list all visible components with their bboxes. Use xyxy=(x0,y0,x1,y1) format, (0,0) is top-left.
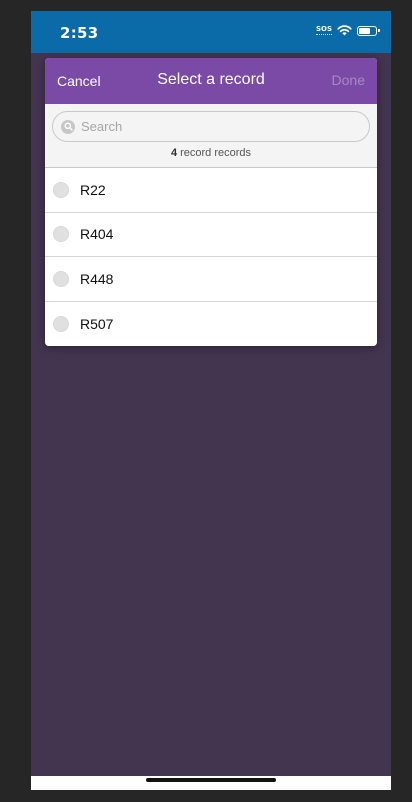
battery-icon xyxy=(357,25,380,36)
search-icon xyxy=(61,119,75,134)
search-box[interactable] xyxy=(52,111,370,142)
radio-button[interactable] xyxy=(53,315,69,332)
status-time: 2:53 xyxy=(60,24,99,42)
record-picker-modal: Cancel Select a record Done 4 record rec… xyxy=(45,58,377,346)
search-area: 4 record records xyxy=(45,104,377,168)
radio-button[interactable] xyxy=(53,270,69,287)
sos-indicator: SOS xyxy=(315,25,332,35)
bottom-bar xyxy=(31,776,391,790)
status-bar: 2:53 SOS xyxy=(31,11,391,53)
list-item[interactable]: R448 xyxy=(45,257,377,302)
record-label: R22 xyxy=(80,181,106,198)
done-button[interactable]: Done xyxy=(332,72,365,88)
search-input[interactable] xyxy=(81,119,351,134)
list-item[interactable]: R404 xyxy=(45,212,377,257)
home-indicator[interactable] xyxy=(146,778,276,782)
modal-header: Cancel Select a record Done xyxy=(45,58,377,104)
radio-button[interactable] xyxy=(53,181,69,198)
record-count: 4 record records xyxy=(45,147,377,159)
modal-title: Select a record xyxy=(157,71,265,88)
record-label: R448 xyxy=(80,270,114,287)
phone-screen: 2:53 SOS Cancel Select a record Done Sea… xyxy=(31,11,391,790)
record-label: R404 xyxy=(80,226,114,243)
record-count-number: 4 xyxy=(170,147,178,159)
record-list: R22 R404 R448 R507 xyxy=(45,168,377,346)
record-label: R507 xyxy=(80,315,114,332)
status-icons: SOS xyxy=(315,25,380,36)
record-count-text: record records xyxy=(180,147,252,159)
wifi-icon xyxy=(337,25,352,36)
radio-button[interactable] xyxy=(53,226,69,243)
list-item[interactable]: R507 xyxy=(45,301,377,346)
list-item[interactable]: R22 xyxy=(45,168,377,213)
